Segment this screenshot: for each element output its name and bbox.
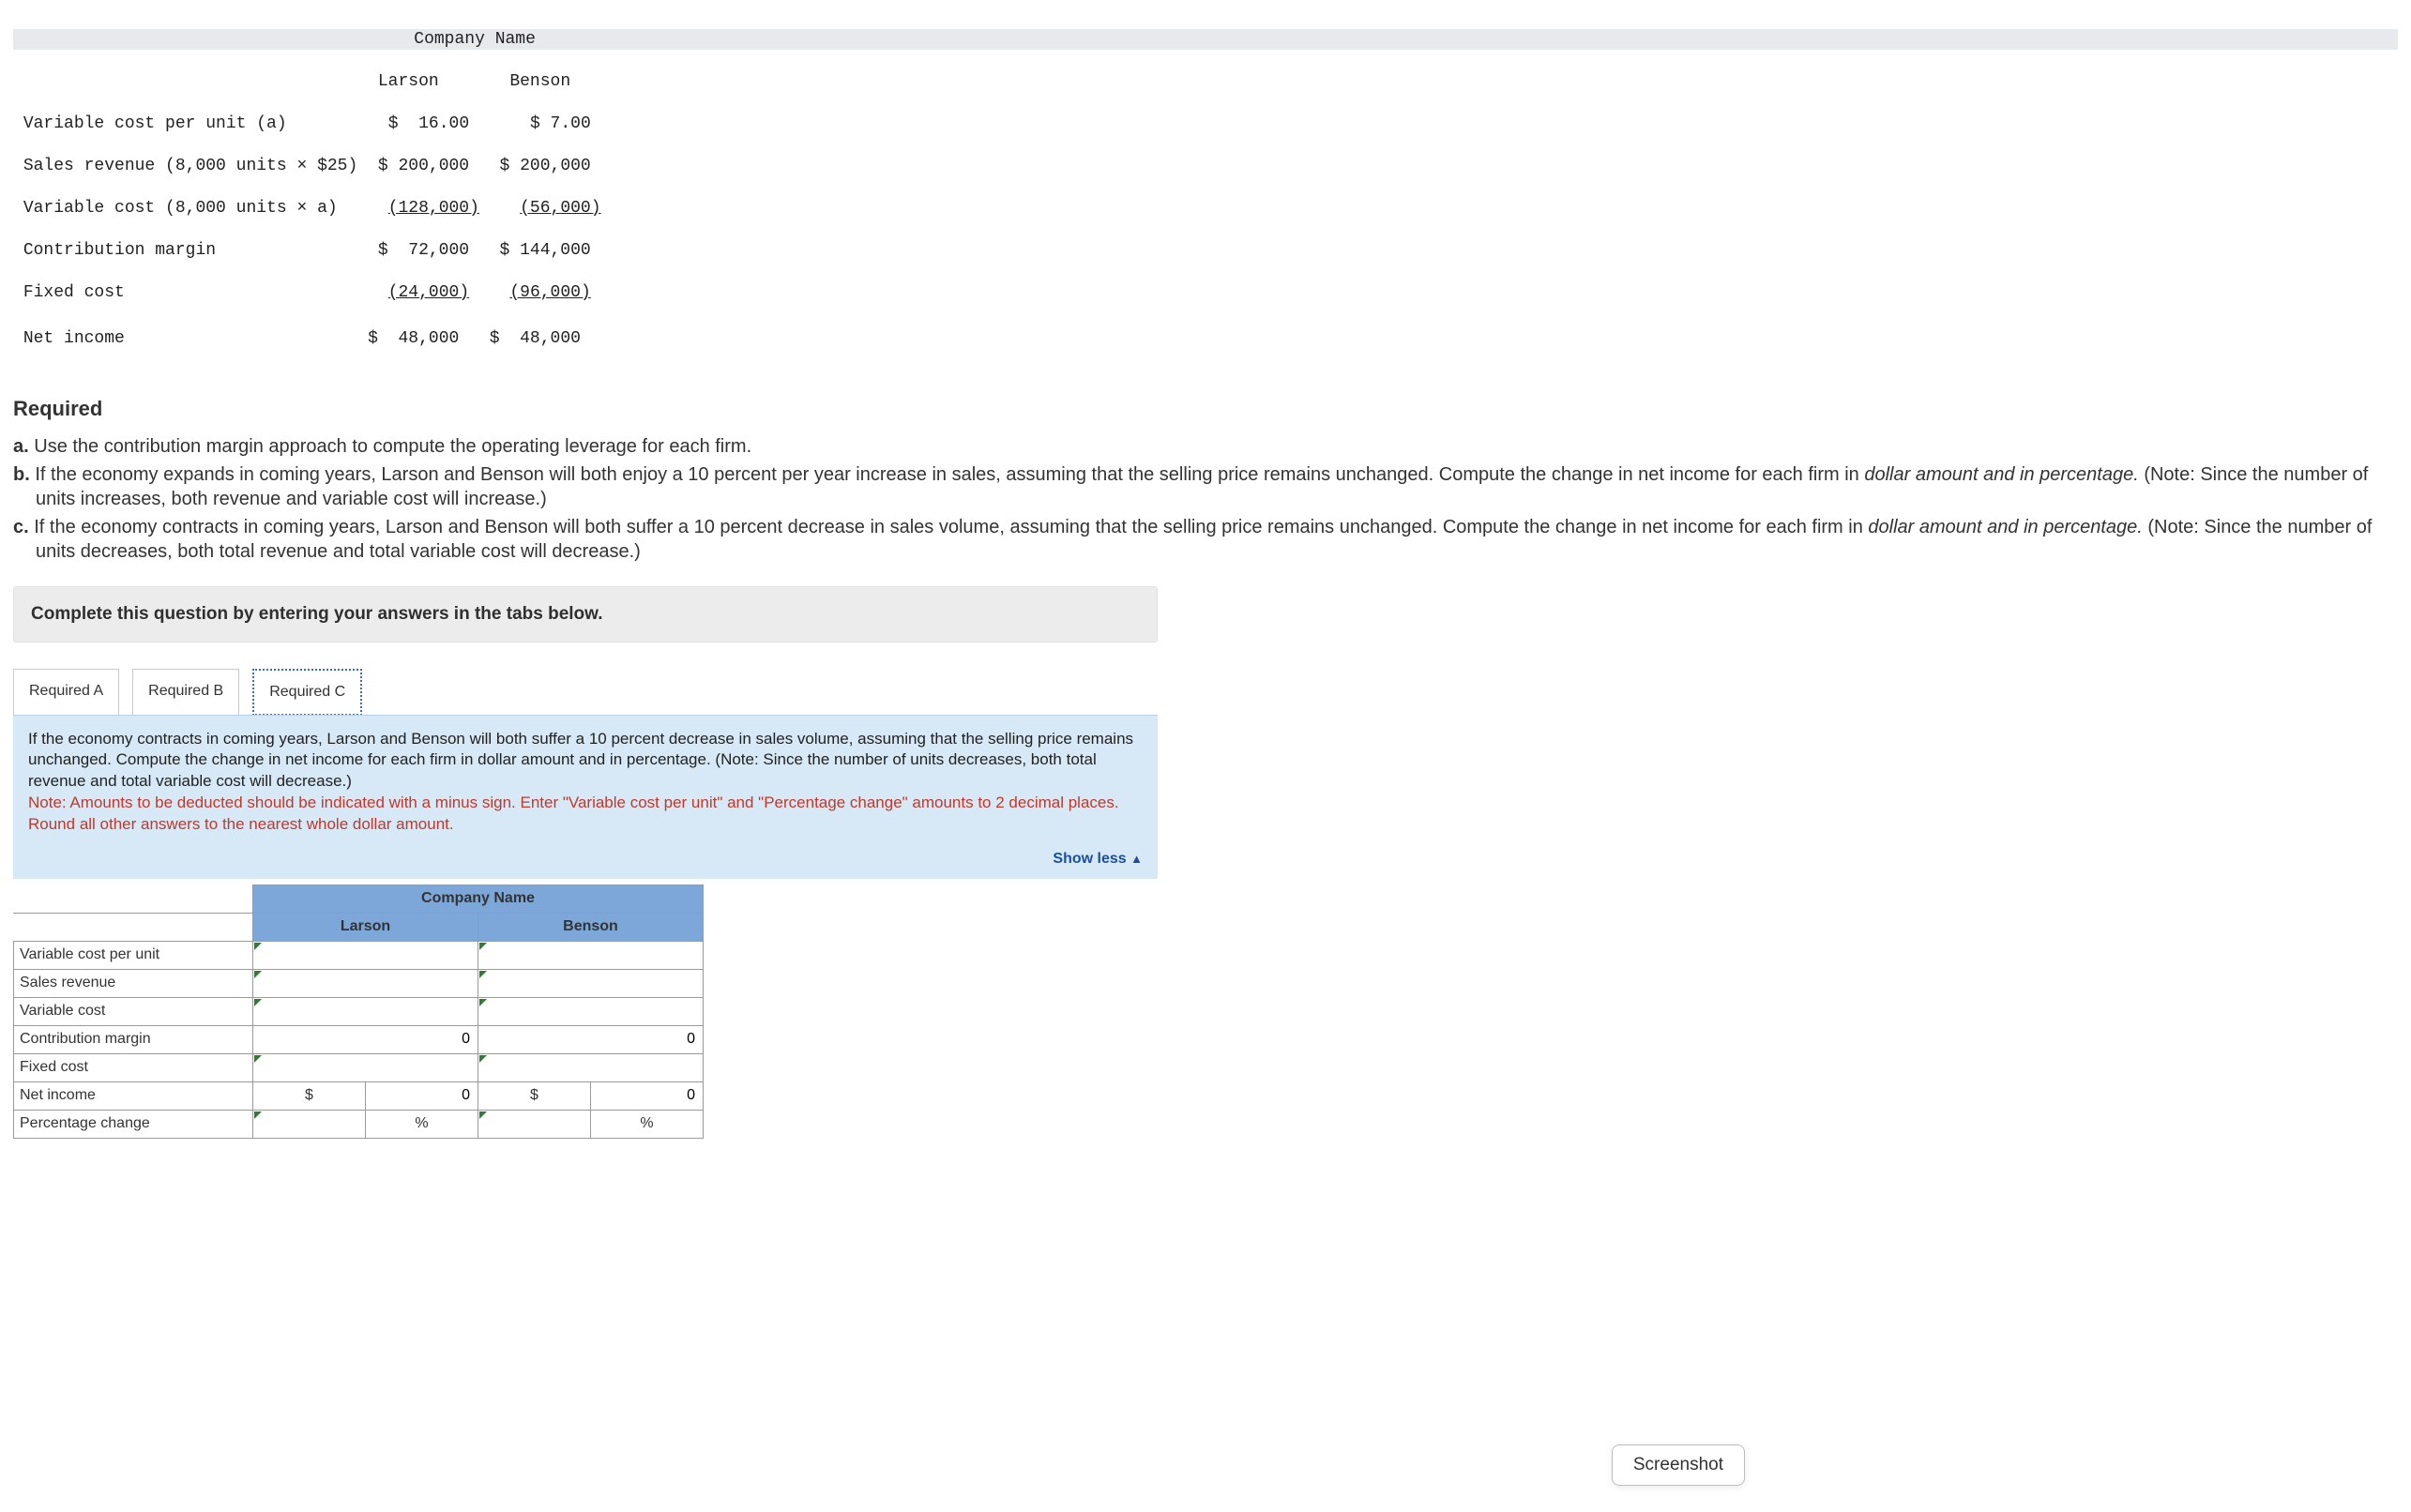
row-label: Net income (14, 1081, 253, 1110)
edit-marker-icon (479, 943, 487, 950)
answer-table-group-header: Company Name (253, 885, 704, 913)
data-table: Company Name Larson Benson Variable cost… (13, 8, 2398, 370)
data-table-row: Contribution margin $ 72,000 $ 144,000 (13, 240, 2398, 262)
data-table-row: Sales revenue (8,000 units × $25) $ 200,… (13, 156, 2398, 177)
data-table-subheader: Larson Benson (13, 71, 2398, 93)
computed-netincome-benson (597, 1086, 697, 1106)
table-row: Contribution margin (14, 1025, 704, 1053)
input-varcosttot-larson[interactable] (259, 1002, 472, 1021)
required-heading: Required (13, 397, 2398, 421)
input-pctchange-benson[interactable] (484, 1114, 584, 1134)
edit-marker-icon (254, 943, 262, 950)
row-label: Variable cost per unit (14, 941, 253, 969)
show-less-link[interactable]: Show less ▲ (28, 836, 1143, 869)
required-item-b: b. If the economy expands in coming year… (13, 462, 2398, 511)
tab-body-main-text: If the economy contracts in coming years… (28, 729, 1143, 794)
edit-marker-icon (254, 999, 262, 1006)
dollar-symbol: $ (478, 1081, 591, 1110)
input-salesrev-larson[interactable] (259, 974, 472, 993)
table-row: Fixed cost (14, 1053, 704, 1081)
input-pctchange-larson[interactable] (259, 1114, 359, 1134)
instruction-bar: Complete this question by entering your … (13, 586, 1158, 643)
answer-table: Company Name Larson Benson Variable cost… (13, 885, 704, 1139)
row-label: Percentage change (14, 1110, 253, 1138)
percent-symbol: % (591, 1110, 704, 1138)
row-label: Sales revenue (14, 969, 253, 997)
edit-marker-icon (254, 971, 262, 978)
answer-col-larson: Larson (253, 913, 478, 941)
data-table-row: Net income $ 48,000 $ 48,000 (13, 325, 2398, 350)
edit-marker-icon (479, 971, 487, 978)
row-label: Fixed cost (14, 1053, 253, 1081)
input-salesrev-benson[interactable] (484, 974, 697, 993)
computed-contrib-benson (484, 1030, 697, 1050)
edit-marker-icon (479, 1055, 487, 1063)
tab-required-a[interactable]: Required A (13, 669, 119, 716)
input-varcost-benson[interactable] (484, 945, 697, 965)
data-table-row: Fixed cost (24,000) (96,000) (13, 282, 2398, 304)
screenshot-toast: Screenshot (1612, 1444, 1745, 1486)
row-label: Contribution margin (14, 1025, 253, 1053)
answer-col-benson: Benson (478, 913, 704, 941)
computed-netincome-larson (372, 1086, 472, 1106)
table-row: Net income $ $ (14, 1081, 704, 1110)
edit-marker-icon (479, 1111, 487, 1119)
table-row: Percentage change % % (14, 1110, 704, 1138)
edit-marker-icon (254, 1055, 262, 1063)
data-table-row: Variable cost (8,000 units × a) (128,000… (13, 198, 2398, 219)
computed-contrib-larson (259, 1030, 472, 1050)
percent-symbol: % (366, 1110, 478, 1138)
required-item-a: a. Use the contribution margin approach … (13, 434, 2398, 459)
required-list: a. Use the contribution margin approach … (13, 434, 2398, 564)
caret-up-icon: ▲ (1130, 852, 1143, 866)
table-row: Variable cost per unit (14, 941, 704, 969)
dollar-symbol: $ (253, 1081, 366, 1110)
tab-required-b[interactable]: Required B (132, 669, 239, 716)
input-varcost-larson[interactable] (259, 945, 472, 965)
data-table-row: Variable cost per unit (a) $ 16.00 $ 7.0… (13, 113, 2398, 135)
input-varcosttot-benson[interactable] (484, 1002, 697, 1021)
edit-marker-icon (254, 1111, 262, 1119)
tab-body-note-text: Note: Amounts to be deducted should be i… (28, 793, 1143, 836)
tab-required-c[interactable]: Required C (252, 669, 362, 716)
input-fixed-larson[interactable] (259, 1058, 472, 1078)
table-row: Variable cost (14, 997, 704, 1025)
edit-marker-icon (479, 999, 487, 1006)
tab-body: If the economy contracts in coming years… (13, 715, 1158, 879)
data-table-header-band: Company Name (13, 29, 2398, 51)
required-item-c: c. If the economy contracts in coming ye… (13, 515, 2398, 564)
row-label: Variable cost (14, 997, 253, 1025)
input-fixed-benson[interactable] (484, 1058, 697, 1078)
table-row: Sales revenue (14, 969, 704, 997)
tabs-row: Required A Required B Required C (13, 669, 1158, 716)
